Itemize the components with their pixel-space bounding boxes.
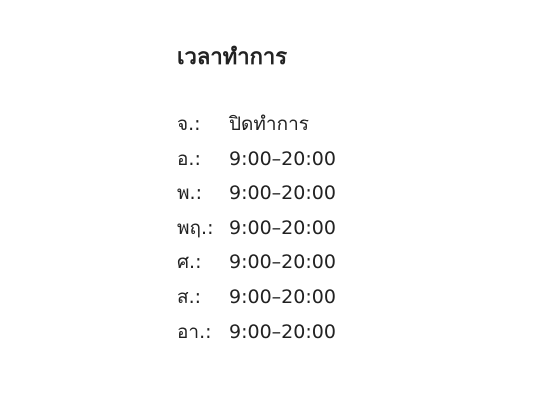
hours-row-thursday: พฤ.: 9:00–20:00: [177, 211, 336, 246]
day-label: ส.:: [177, 285, 202, 308]
day-label: อา.:: [177, 320, 212, 343]
hours-value: 9:00–20:00: [229, 320, 336, 343]
day-label: จ.:: [177, 113, 201, 135]
opening-hours-title: เวลาทำการ: [177, 45, 288, 70]
opening-hours-panel: เวลาทำการ จ.: ปิดทำการ อ.: 9:00–20:00 พ.…: [177, 43, 336, 349]
hours-value: 9:00–20:00: [229, 251, 336, 274]
hours-row-wednesday: พ.: 9:00–20:00: [177, 176, 336, 211]
day-label: พ.:: [177, 182, 202, 205]
hours-row-sunday: อา.: 9:00–20:00: [177, 315, 336, 350]
day-label: อ.:: [177, 147, 201, 170]
hours-row-saturday: ส.: 9:00–20:00: [177, 280, 336, 315]
hours-row-tuesday: อ.: 9:00–20:00: [177, 142, 336, 177]
hours-value: 9:00–20:00: [229, 285, 336, 308]
opening-hours-table: จ.: ปิดทำการ อ.: 9:00–20:00 พ.: 9:00–20:…: [177, 107, 336, 349]
hours-value: 9:00–20:00: [229, 216, 336, 239]
hours-row-monday: จ.: ปิดทำการ: [177, 107, 336, 142]
day-label: ศ.:: [177, 251, 202, 274]
hours-value: 9:00–20:00: [229, 182, 336, 205]
hours-value: 9:00–20:00: [229, 147, 336, 170]
hours-value: ปิดทำการ: [229, 113, 309, 135]
day-label: พฤ.:: [177, 216, 214, 239]
hours-row-friday: ศ.: 9:00–20:00: [177, 245, 336, 280]
